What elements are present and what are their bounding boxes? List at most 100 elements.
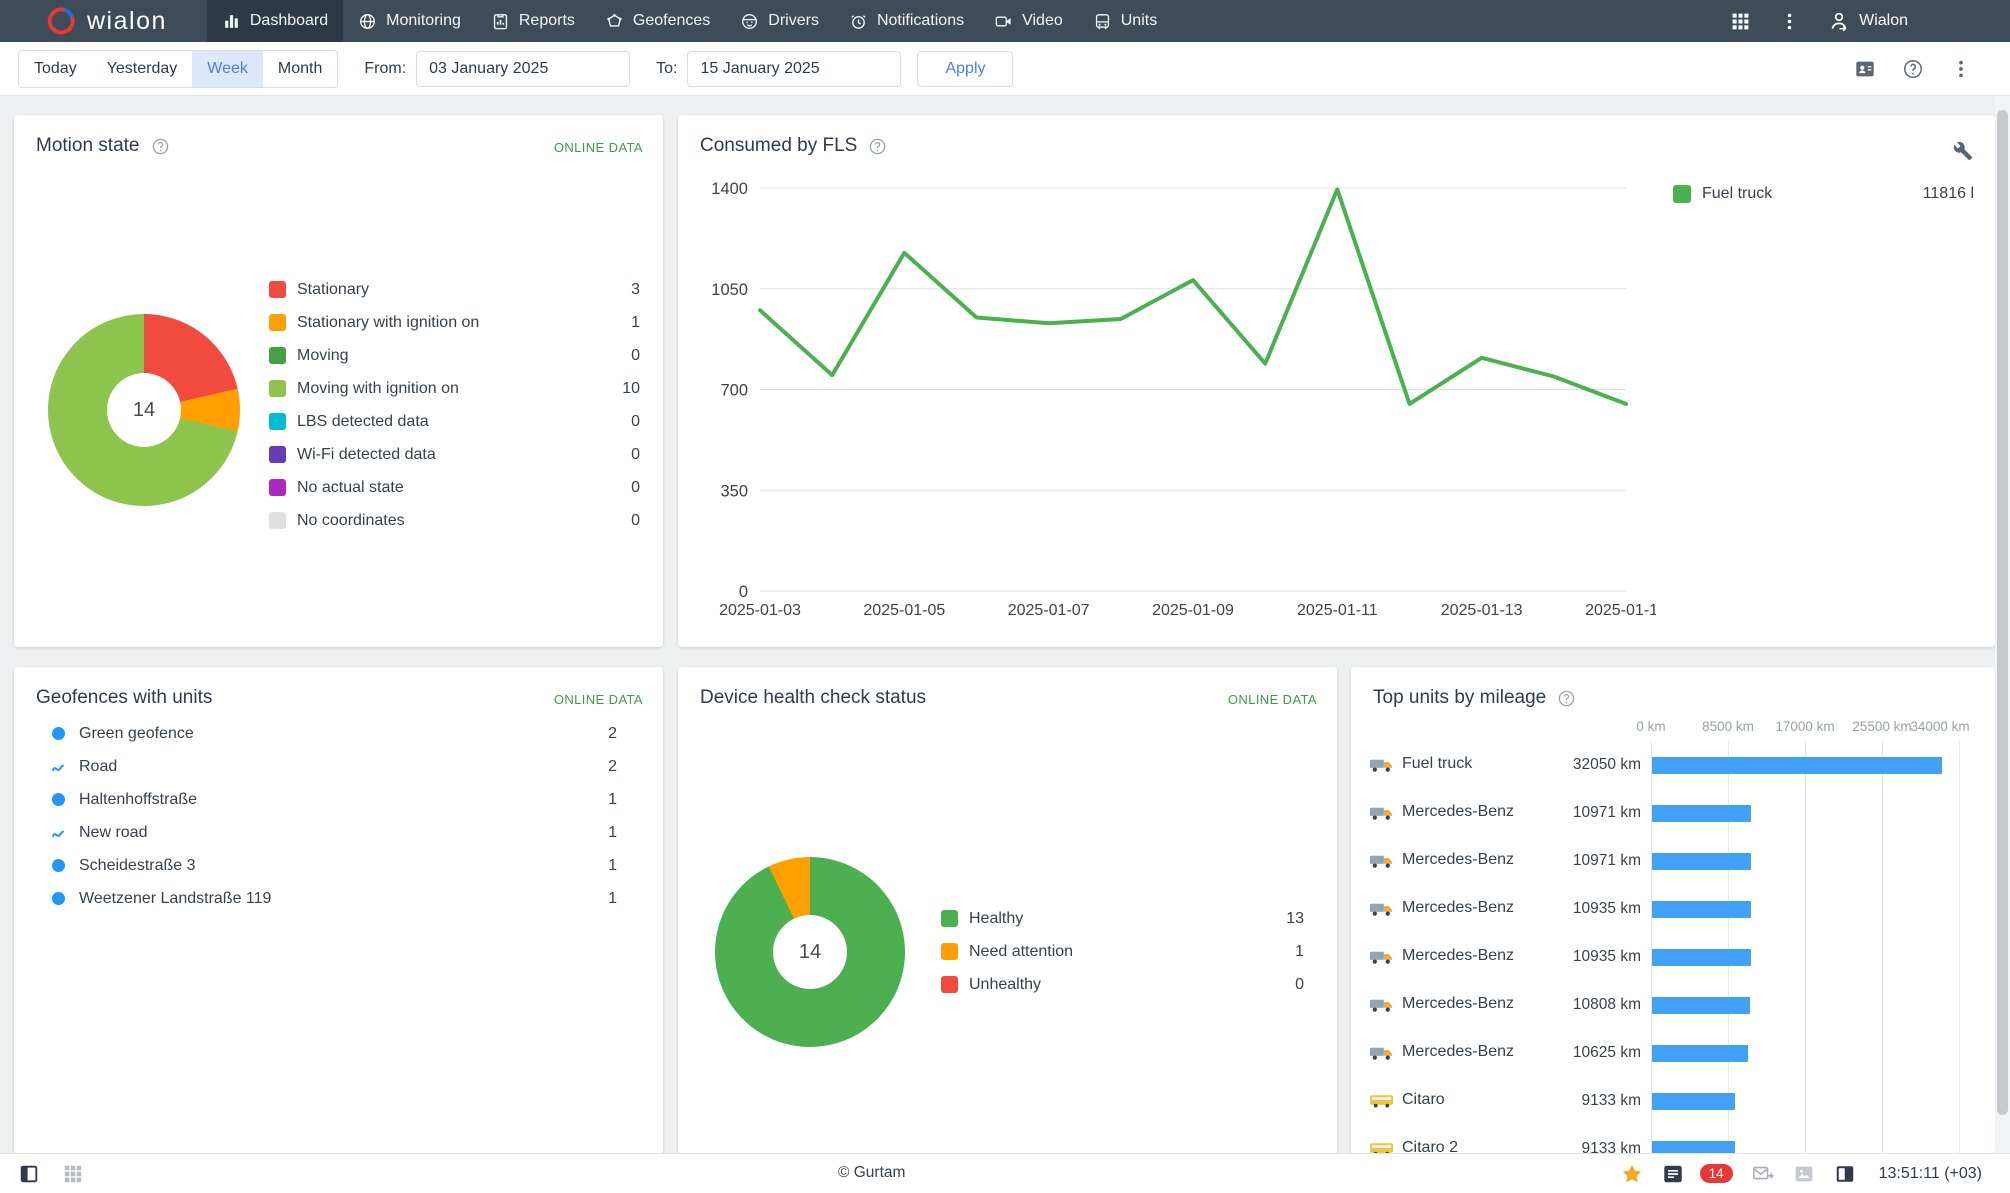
preset-month[interactable]: Month [263, 51, 337, 87]
legend-row: Stationary with ignition on 1 [269, 306, 640, 339]
legend-value: 1 [1295, 942, 1304, 960]
legend-label: Wi-Fi detected data [297, 445, 436, 463]
unit-mileage-value: 9133 km [1581, 1092, 1641, 1109]
legend-label: Unhealthy [969, 975, 1042, 993]
to-date-input[interactable] [687, 50, 902, 87]
legend-row: LBS detected data 0 [269, 405, 640, 438]
nav-item-label: Units [1120, 12, 1158, 29]
preset-yesterday[interactable]: Yesterday [92, 51, 193, 87]
circle-geofence-icon [49, 791, 67, 809]
nav-item-label: Dashboard [249, 12, 329, 29]
legend-label: LBS detected data [297, 412, 429, 430]
svg-text:0: 0 [739, 583, 748, 601]
mileage-bar [1652, 1140, 1735, 1154]
mileage-row: Mercedes-Benz 10935 km [1369, 933, 1981, 981]
geofence-row: Weetzener Landstraße 119 1 [49, 882, 617, 915]
geofence-name: Haltenhoffstraße [79, 790, 197, 808]
kebab-menu-icon[interactable] [1779, 11, 1800, 32]
legend-swatch [269, 446, 286, 463]
brand[interactable]: wialon [0, 0, 167, 42]
online-data-badge: ONLINE DATA [553, 140, 643, 155]
mileage-bar [1652, 852, 1752, 870]
motion-state-legend: Stationary 3 Stationary with ignition on 1 M… [269, 273, 640, 537]
geofence-name: Road [79, 757, 118, 775]
geofences-icon [605, 12, 624, 31]
mileage-bar [1652, 900, 1752, 918]
nav-item-units[interactable]: Units [1078, 0, 1172, 42]
nav-item-drivers[interactable]: Drivers [725, 0, 834, 42]
journal-panel-icon[interactable] [1834, 1163, 1856, 1185]
nav-item-monitoring[interactable]: Monitoring [343, 0, 476, 42]
apply-button[interactable]: Apply [917, 50, 1014, 87]
nav-item-reports[interactable]: Reports [476, 0, 590, 42]
star-favorites-icon[interactable] [1621, 1163, 1643, 1185]
help-icon[interactable] [151, 137, 170, 156]
apps-grid-icon[interactable] [1730, 11, 1751, 32]
nav-item-label: Monitoring [386, 12, 461, 29]
preset-today[interactable]: Today [19, 51, 92, 87]
from-date-input[interactable] [416, 50, 631, 87]
card-title: Geofences with units [36, 687, 213, 708]
unit-mileage-value: 10935 km [1572, 948, 1641, 965]
legend-value: 0 [1295, 975, 1304, 993]
mileage-row: Mercedes-Benz 10971 km [1369, 789, 1981, 837]
pie-center-total: 14 [773, 915, 847, 989]
legend-row: No coordinates 0 [269, 504, 640, 537]
legend-label: No actual state [297, 478, 404, 496]
legend-value: 0 [631, 445, 640, 463]
mileage-row: Citaro 9133 km [1369, 1077, 1981, 1125]
status-bar: © Gurtam 14 13:51:11 (+03) [0, 1153, 2010, 1193]
svg-text:1400: 1400 [711, 180, 748, 198]
messages-count-badge[interactable]: 14 [1699, 1164, 1733, 1183]
mileage-row: Mercedes-Benz 10808 km [1369, 981, 1981, 1029]
svg-text:2025-01-07: 2025-01-07 [1008, 602, 1090, 619]
top-navbar: wialon Dashboard Monitoring Reports Geofenc… [0, 0, 2010, 42]
mail-forward-icon[interactable] [1752, 1163, 1774, 1185]
line-geofence-icon [49, 758, 67, 776]
card-title: Consumed by FLS [700, 135, 858, 156]
svg-text:2025-01-03: 2025-01-03 [719, 602, 801, 619]
geofence-name: Weetzener Landstraße 119 [79, 889, 272, 907]
geofence-row: Road 2 [49, 750, 617, 783]
legend-swatch [269, 347, 286, 364]
image-icon[interactable] [1793, 1163, 1815, 1185]
wrench-settings-icon[interactable] [1953, 141, 1973, 161]
help-icon[interactable] [1902, 58, 1924, 80]
help-icon[interactable] [868, 137, 887, 156]
legend-swatch [941, 943, 958, 960]
online-data-badge: ONLINE DATA [1227, 692, 1317, 707]
geofence-unit-count: 1 [608, 856, 617, 874]
geofence-unit-count: 1 [608, 823, 617, 841]
grid-view-icon[interactable] [62, 1163, 84, 1185]
user-icon [1828, 10, 1850, 32]
nav-item-dashboard[interactable]: Dashboard [206, 0, 344, 42]
legend-row: Stationary 3 [269, 273, 640, 306]
legend-label: Moving with ignition on [297, 379, 459, 397]
svg-text:2025-01-09: 2025-01-09 [1152, 602, 1234, 619]
from-label: From: [364, 59, 407, 77]
legend-value: 3 [631, 280, 640, 298]
messages-icon[interactable] [1662, 1163, 1684, 1185]
mileage-bar [1652, 1044, 1749, 1062]
user-menu[interactable]: Wialon [1828, 10, 1908, 32]
scrollbar-thumb[interactable] [1997, 110, 2008, 1115]
mileage-bar [1652, 948, 1752, 966]
preset-week[interactable]: Week [192, 50, 263, 87]
unit-mileage-value: 10935 km [1572, 900, 1641, 917]
legend-swatch [269, 512, 286, 529]
nav-item-notifications[interactable]: Notifications [834, 0, 979, 42]
geofence-row: New road 1 [49, 816, 617, 849]
nav-item-label: Drivers [768, 12, 819, 29]
kebab-menu-icon[interactable] [1950, 58, 1972, 80]
nav-item-label: Reports [518, 12, 575, 29]
filter-right-icons [1854, 58, 2010, 80]
nav-menu: Dashboard Monitoring Reports Geofences Drive… [206, 0, 1172, 42]
nav-item-video[interactable]: Video [979, 0, 1078, 42]
axis-tick-label: 25500 km [1852, 719, 1912, 734]
help-icon[interactable] [1557, 689, 1576, 708]
sidebar-toggle-icon[interactable] [18, 1163, 40, 1185]
geofence-row: Haltenhoffstraße 1 [49, 783, 617, 816]
contact-card-icon[interactable] [1854, 58, 1876, 80]
fls-legend: Fuel truck 11816 l [1673, 177, 1974, 210]
nav-item-geofences[interactable]: Geofences [590, 0, 725, 42]
